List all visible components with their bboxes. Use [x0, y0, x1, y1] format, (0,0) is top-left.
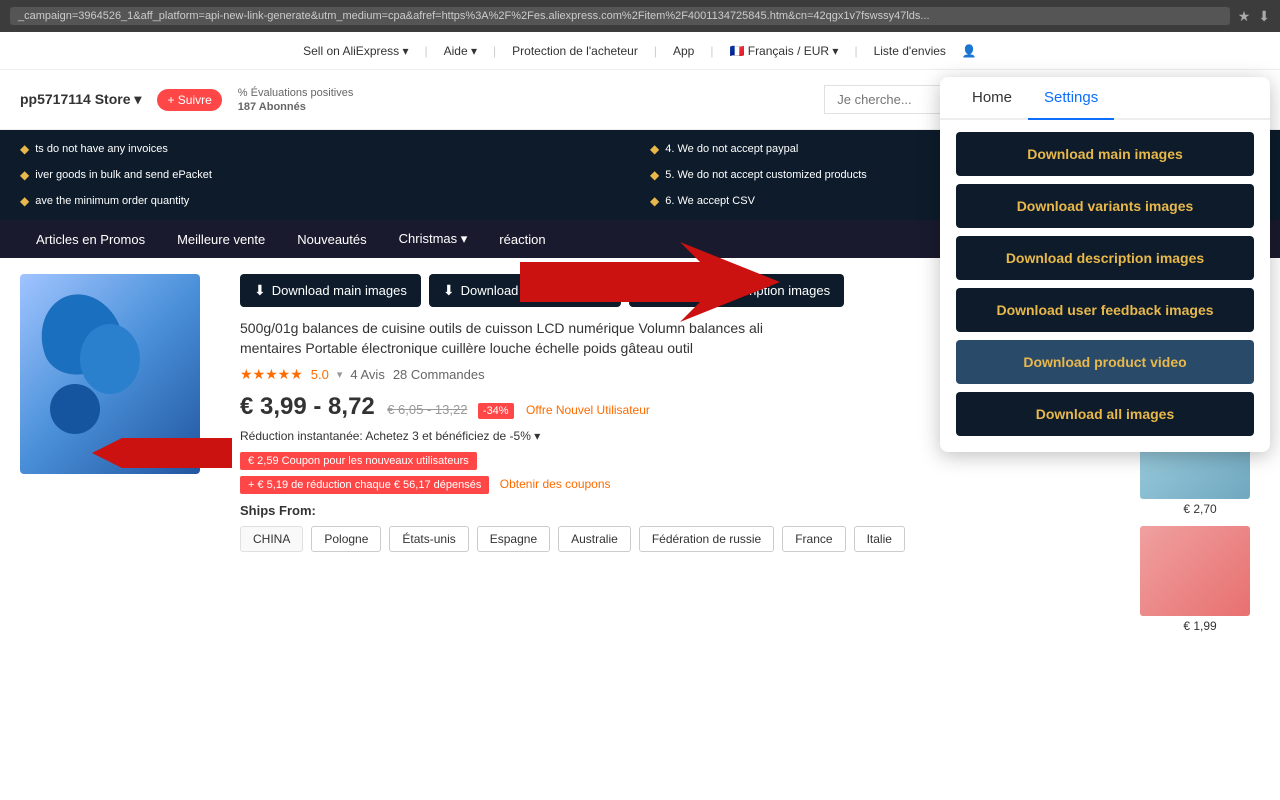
- product-title: 500g/01g balances de cuisine outils de c…: [240, 319, 820, 358]
- rec-item-3[interactable]: € 1,99: [1140, 526, 1260, 633]
- rec-price-2: € 2,70: [1140, 502, 1260, 516]
- product-image-column: [20, 274, 220, 784]
- discount-badge: -34%: [478, 403, 514, 419]
- new-user-badge: Offre Nouvel Utilisateur: [526, 403, 650, 417]
- popup-download-variants-images[interactable]: Download variants images: [956, 184, 1254, 228]
- store-name[interactable]: pp5717114 Store ▾: [20, 91, 141, 108]
- stars: ★★★★★: [240, 366, 303, 383]
- nav-user[interactable]: 👤: [962, 44, 977, 58]
- popup-download-all-images[interactable]: Download all images: [956, 392, 1254, 436]
- download-main-images-btn[interactable]: ⬇ Download main images: [240, 274, 421, 307]
- main-price: € 3,99 - 8,72: [240, 393, 375, 420]
- country-etats-unis[interactable]: États-unis: [389, 526, 468, 552]
- country-buttons: CHINA Pologne États-unis Espagne Austral…: [240, 526, 1120, 552]
- download-icon-2: ⬇: [443, 282, 455, 299]
- popup-download-user-feedback-images[interactable]: Download user feedback images: [956, 288, 1254, 332]
- browser-bar: _campaign=3964526_1&aff_platform=api-new…: [0, 0, 1280, 32]
- review-count: 4 Avis: [350, 367, 384, 382]
- nav-christmas[interactable]: Christmas ▾: [383, 220, 484, 258]
- tab-settings[interactable]: Settings: [1028, 77, 1114, 120]
- coupon-link[interactable]: Obtenir des coupons: [500, 477, 611, 491]
- nav-app[interactable]: App: [673, 44, 694, 58]
- info-item-1: ◆ ts do not have any invoices: [20, 138, 630, 160]
- popup-download-product-video[interactable]: Download product video: [956, 340, 1254, 384]
- coupon-tag-2[interactable]: + € 5,19 de réduction chaque € 56,17 dép…: [240, 476, 489, 494]
- red-arrow-left: [92, 428, 232, 478]
- page: Sell on AliExpress ▾ | Aide ▾ | Protecti…: [0, 32, 1280, 800]
- country-china[interactable]: CHINA: [240, 526, 303, 552]
- nav-wishlist[interactable]: Liste d'envies: [874, 44, 946, 58]
- diamond-icon-2: ◆: [650, 142, 659, 156]
- coupon-row-1: € 2,59 Coupon pour les nouveaux utilisat…: [240, 451, 1120, 469]
- nav-nouveautes[interactable]: Nouveautés: [281, 220, 382, 258]
- popup-buttons: Download main images Download variants i…: [940, 120, 1270, 436]
- rec-image-3: [1140, 526, 1250, 616]
- diamond-icon-4: ◆: [650, 168, 659, 182]
- diamond-icon-6: ◆: [650, 194, 659, 208]
- nav-meilleure[interactable]: Meilleure vente: [161, 220, 281, 258]
- diamond-icon-1: ◆: [20, 142, 29, 156]
- ships-from-label: Ships From:: [240, 503, 1120, 518]
- coupon-row-2: + € 5,19 de réduction chaque € 56,17 dép…: [240, 475, 1120, 493]
- nav-flag[interactable]: 🇫🇷 Français / EUR ▾: [729, 44, 838, 58]
- rating-number: 5.0: [311, 367, 329, 382]
- store-subscribers: 187 Abonnés: [238, 101, 354, 113]
- popup-download-description-images[interactable]: Download description images: [956, 236, 1254, 280]
- nav-protection[interactable]: Protection de l'acheteur: [512, 44, 638, 58]
- nav-promos[interactable]: Articles en Promos: [20, 220, 161, 258]
- star-icon: ★: [1238, 8, 1251, 25]
- diamond-icon-5: ◆: [20, 194, 29, 208]
- coupon-tag-1[interactable]: € 2,59 Coupon pour les nouveaux utilisat…: [240, 452, 477, 470]
- popup-panel: Home Settings Download main images Downl…: [940, 77, 1270, 452]
- info-item-3: ◆ iver goods in bulk and send ePacket: [20, 164, 630, 186]
- url-bar[interactable]: _campaign=3964526_1&aff_platform=api-new…: [10, 7, 1230, 25]
- country-espagne[interactable]: Espagne: [477, 526, 550, 552]
- download-icon[interactable]: ⬇: [1258, 8, 1270, 25]
- country-australie[interactable]: Australie: [558, 526, 631, 552]
- popup-tabs: Home Settings: [940, 77, 1270, 120]
- nav-aide[interactable]: Aide ▾: [444, 44, 477, 58]
- info-item-5: ◆ ave the minimum order quantity: [20, 190, 630, 212]
- rec-price-3: € 1,99: [1140, 619, 1260, 633]
- diamond-icon-3: ◆: [20, 168, 29, 182]
- country-russie[interactable]: Fédération de russie: [639, 526, 774, 552]
- follow-button[interactable]: + Suivre: [157, 89, 221, 111]
- country-pologne[interactable]: Pologne: [311, 526, 381, 552]
- rating-arrow[interactable]: ▾: [337, 368, 343, 381]
- popup-download-main-images[interactable]: Download main images: [956, 132, 1254, 176]
- top-nav: Sell on AliExpress ▾ | Aide ▾ | Protecti…: [0, 32, 1280, 70]
- store-evaluations: % Évaluations positives: [238, 87, 354, 99]
- original-price: € 6,05 - 13,22: [387, 402, 467, 417]
- nav-sell[interactable]: Sell on AliExpress ▾: [303, 44, 408, 58]
- red-arrow-to-popup: [520, 242, 780, 322]
- order-count: 28 Commandes: [393, 367, 485, 382]
- country-italie[interactable]: Italie: [854, 526, 905, 552]
- country-france[interactable]: France: [782, 526, 845, 552]
- download-icon-1: ⬇: [254, 282, 266, 299]
- tab-home[interactable]: Home: [956, 77, 1028, 120]
